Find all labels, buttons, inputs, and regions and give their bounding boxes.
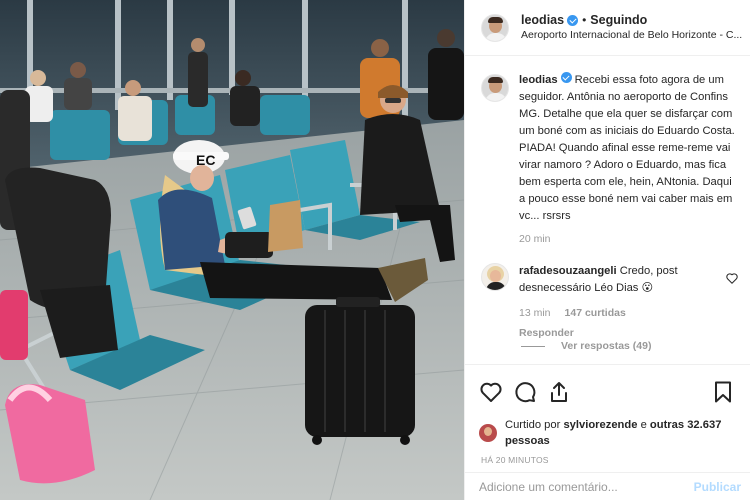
caption-time: 20 min (519, 233, 551, 245)
airport-photo-illustration: EC (0, 0, 464, 500)
view-replies-button[interactable]: Ver respostas (49) (521, 340, 651, 352)
action-icons-row (479, 381, 735, 403)
caption-body: leodias Recebi essa foto agora de um seg… (519, 72, 739, 248)
post-photo[interactable]: EC (0, 0, 464, 500)
author-avatar[interactable] (481, 13, 509, 42)
view-replies-label: Ver respostas (49) (561, 340, 652, 352)
add-comment-bar: Adicione um comentário... Publicar (465, 472, 750, 500)
likes-text: Curtido por sylviorezende e outras 32.63… (505, 417, 735, 449)
verified-badge-icon (567, 14, 579, 26)
header-text: leodias • Seguindo Aeroporto Internacion… (521, 13, 743, 43)
likes-prefix: Curtido por (505, 419, 561, 431)
post-header: leodias • Seguindo Aeroporto Internacion… (465, 0, 750, 56)
commenter-username[interactable]: rafadesouzaangeli (519, 265, 617, 277)
post-timestamp: HÁ 20 MINUTOS (481, 455, 549, 465)
liker-username[interactable]: sylviorezende (563, 419, 637, 431)
commenter-avatar[interactable] (481, 263, 509, 291)
separator-dot: • (582, 12, 587, 27)
comment-item: rafadesouzaangeli Credo, post desnecessá… (481, 263, 739, 342)
following-button[interactable]: Seguindo (590, 13, 647, 28)
post-actions: Curtido por sylviorezende e outras 32.63… (465, 364, 750, 484)
publish-button[interactable]: Publicar (694, 480, 741, 494)
share-icon[interactable] (547, 380, 571, 404)
liker-avatar[interactable] (479, 424, 497, 442)
post-location[interactable]: Aeroporto Internacional de Belo Horizont… (521, 28, 743, 43)
post-details-panel: leodias • Seguindo Aeroporto Internacion… (464, 0, 750, 500)
replies-divider (521, 345, 545, 347)
author-username[interactable]: leodias (521, 13, 564, 28)
heart-icon[interactable] (479, 380, 503, 404)
likes-summary: Curtido por sylviorezende e outras 32.63… (479, 417, 735, 449)
comment-like-heart-icon[interactable] (725, 271, 739, 285)
bookmark-icon[interactable] (711, 380, 735, 404)
caption-username[interactable]: leodias (519, 74, 558, 86)
comment-icon[interactable] (513, 380, 537, 404)
likes-conjunction: e (640, 419, 647, 431)
comment-time: 13 min (519, 307, 551, 319)
caption-text: Recebi essa foto agora de um seguidor. A… (519, 74, 735, 222)
comment-likes[interactable]: 147 curtidas (565, 305, 626, 322)
caption-author-avatar[interactable] (481, 74, 509, 102)
comment-body: rafadesouzaangeli Credo, post desnecessá… (519, 263, 719, 342)
comment-meta: 13 min 147 curtidas (519, 305, 719, 322)
post-caption: leodias Recebi essa foto agora de um seg… (481, 72, 739, 248)
comment-input[interactable]: Adicione um comentário... (479, 480, 618, 494)
comment-emoji: 😮 (641, 282, 654, 294)
caption-verified-icon (560, 72, 572, 83)
instagram-post-modal: EC leodias • Seguindo Aeroporto Internac… (0, 0, 750, 500)
